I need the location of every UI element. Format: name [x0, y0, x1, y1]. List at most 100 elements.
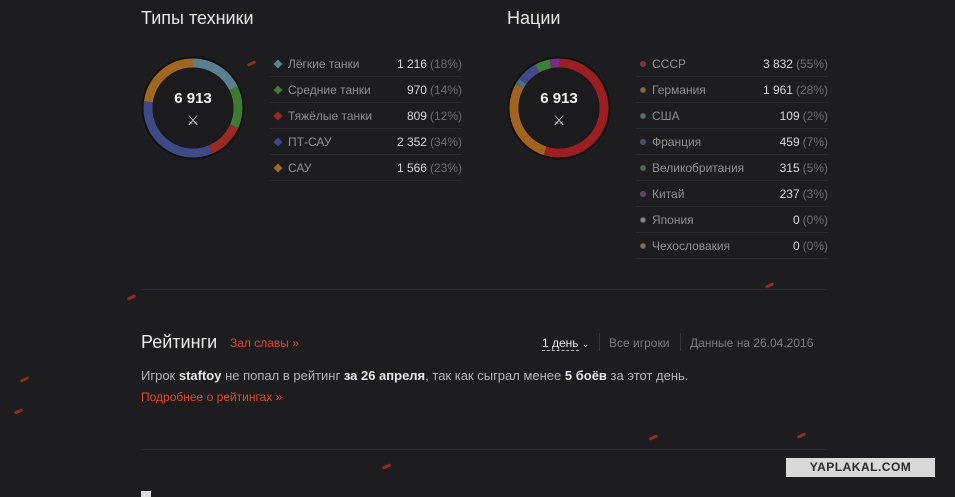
item-value: 1 216: [396, 56, 427, 71]
section-divider: [141, 449, 827, 450]
item-percent: (7%): [802, 134, 828, 149]
msg-part: Игрок: [141, 368, 179, 383]
donut-segment: [549, 58, 560, 69]
usa-flag-icon: [640, 112, 646, 119]
item-value: 315: [779, 160, 800, 175]
list-item: Япония 0 (0%): [636, 207, 828, 233]
list-item: Франция 459 (7%): [636, 129, 828, 155]
msg-battles: 5 боёв: [564, 368, 607, 383]
players-filter[interactable]: Все игроки: [609, 336, 669, 350]
item-percent: (12%): [429, 108, 462, 123]
item-percent: (23%): [429, 160, 462, 175]
data-date: Данные на 26.04.2016: [690, 336, 814, 350]
item-name: Япония: [652, 212, 694, 227]
nations-donut: 6 913 ⚔: [503, 52, 615, 164]
list-item: Средние танки 970 (14%): [270, 77, 462, 103]
decorative-spark: [648, 434, 659, 441]
section-divider: [141, 289, 827, 290]
msg-part: , так как сыграл менее: [425, 368, 565, 383]
donut-center: [152, 67, 234, 149]
item-name: Германия: [652, 82, 706, 97]
item-name: Великобритания: [652, 160, 745, 175]
chevron-down-icon: ⌄: [581, 339, 590, 349]
donut-center: [518, 67, 600, 149]
ussr-flag-icon: [640, 60, 646, 67]
next-section-stub: [141, 491, 151, 497]
list-item: Лёгкие танки 1 216 (18%): [270, 51, 462, 77]
czech-flag-icon: [640, 242, 646, 249]
item-name: ПТ-САУ: [288, 134, 332, 149]
item-name: Тяжёлые танки: [288, 108, 373, 123]
item-percent: (14%): [429, 82, 462, 97]
list-item: Великобритания 315 (5%): [636, 155, 828, 181]
item-value: 0: [792, 212, 800, 227]
item-name: Лёгкие танки: [288, 56, 360, 71]
item-value: 1 566: [396, 160, 427, 175]
nations-list: СССР 3 832 (55%) Германия 1 961 (28%) США 109 (2…: [636, 51, 828, 259]
period-select[interactable]: 1 день ⌄: [542, 336, 590, 351]
decorative-spark: [764, 282, 775, 289]
medium-tank-icon: [273, 84, 283, 95]
item-percent: (34%): [429, 134, 462, 149]
donut-segment: [535, 59, 552, 73]
ratings-more-link[interactable]: Подробнее о рейтингах »: [141, 390, 282, 404]
item-value: 970: [406, 82, 427, 97]
watermark: YAPLAKAL.COM: [786, 458, 935, 477]
japan-flag-icon: [640, 216, 646, 223]
item-name: СССР: [652, 56, 687, 71]
decorative-spark: [19, 376, 30, 383]
hall-of-fame-link[interactable]: Зал славы »: [230, 336, 299, 350]
nations-total: 6 913: [540, 90, 578, 107]
item-value: 2 352: [396, 134, 427, 149]
ratings-title: Рейтинги: [141, 332, 218, 352]
vehicle-types-donut-chart: [141, 56, 245, 160]
item-percent: (5%): [802, 160, 828, 175]
item-name: Чехословакия: [652, 238, 731, 253]
germany-flag-icon: [640, 86, 646, 93]
period-select-value: 1 день: [542, 336, 579, 351]
item-name: Китай: [652, 186, 685, 201]
item-value: 0: [792, 238, 800, 253]
vehicle-types-list: Лёгкие танки 1 216 (18%) Средние танки 970 (1…: [270, 51, 462, 181]
item-percent: (0%): [802, 238, 828, 253]
item-value: 809: [406, 108, 427, 123]
donut-segment: [515, 78, 527, 89]
heavy-tank-icon: [273, 110, 283, 121]
china-flag-icon: [640, 190, 646, 197]
vehicle-types-total: 6 913: [174, 90, 212, 107]
crossed-swords-icon: ⚔: [552, 112, 566, 128]
msg-part: за этот день.: [606, 368, 689, 383]
ratings-message: Игрок staftoy не попал в рейтинг за 26 а…: [141, 368, 688, 383]
item-name: Франция: [652, 134, 702, 149]
list-item: Чехословакия 0 (0%): [636, 233, 828, 259]
light-tank-icon: [273, 58, 283, 69]
td-icon: [273, 136, 283, 147]
item-value: 237: [779, 186, 800, 201]
list-item: ПТ-САУ 2 352 (34%): [270, 129, 462, 155]
item-percent: (2%): [802, 108, 828, 123]
player-name: staftoy: [178, 368, 222, 383]
item-percent: (3%): [802, 186, 828, 201]
decorative-spark: [796, 432, 807, 439]
item-percent: (28%): [795, 82, 828, 97]
list-item: СССР 3 832 (55%): [636, 51, 828, 77]
vehicle-types-donut: 6 913 ⚔: [137, 52, 249, 164]
france-flag-icon: [640, 138, 646, 145]
uk-flag-icon: [640, 164, 646, 171]
list-item: САУ 1 566 (23%): [270, 155, 462, 181]
list-item: Китай 237 (3%): [636, 181, 828, 207]
item-name: Средние танки: [288, 82, 371, 97]
item-percent: (0%): [802, 212, 828, 227]
decorative-spark: [13, 408, 24, 415]
nations-donut-chart: [507, 56, 611, 160]
list-item: США 109 (2%): [636, 103, 828, 129]
vehicle-types-title: Типы техники: [141, 8, 254, 28]
msg-date: за 26 апреля: [343, 368, 426, 383]
item-name: США: [652, 108, 680, 123]
item-value: 459: [779, 134, 800, 149]
item-percent: (18%): [429, 56, 462, 71]
list-item: Германия 1 961 (28%): [636, 77, 828, 103]
separator: [599, 333, 600, 351]
nations-title: Нации: [507, 8, 561, 28]
msg-part: не попал в рейтинг: [221, 368, 344, 383]
